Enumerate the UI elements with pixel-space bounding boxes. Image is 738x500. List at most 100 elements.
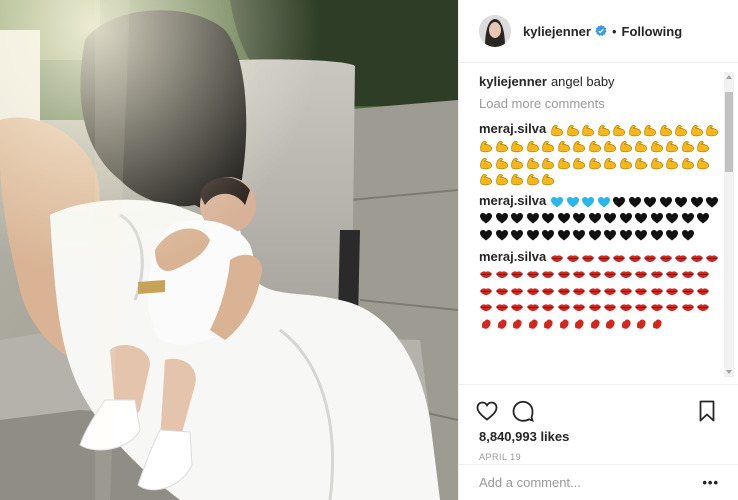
add-comment-input[interactable]: Add a comment...: [479, 475, 581, 490]
kiss-mark-emoji: [528, 319, 538, 329]
lips-emoji: [526, 304, 539, 312]
flexed-biceps-emoji: [582, 124, 595, 136]
flexed-biceps-emoji: [588, 141, 601, 153]
kiss-mark-emoji: [637, 319, 646, 329]
flexed-biceps-emoji: [706, 124, 719, 136]
more-options-button[interactable]: •••: [702, 475, 719, 490]
post-side-panel: kyliejenner • Following kyliejenner angel…: [458, 0, 738, 500]
lips-emoji: [650, 288, 663, 295]
heart-emoji: [597, 196, 610, 208]
lips-emoji: [573, 304, 585, 312]
post-username-link[interactable]: kyliejenner: [523, 24, 591, 39]
heart-emoji: [650, 229, 663, 241]
lips-emoji: [644, 254, 657, 262]
post-photo[interactable]: [0, 0, 458, 500]
flexed-biceps-emoji: [526, 174, 539, 186]
flexed-biceps-emoji: [495, 141, 508, 153]
instagram-post-modal: kyliejenner • Following kyliejenner angel…: [0, 0, 738, 500]
flexed-biceps-emoji: [566, 124, 579, 136]
avatar[interactable]: [479, 15, 511, 47]
flexed-biceps-emoji: [480, 157, 492, 169]
kiss-mark-emoji: [621, 319, 631, 329]
scrollbar-thumb[interactable]: [725, 92, 733, 172]
comments-scrollbar[interactable]: [724, 72, 734, 377]
lips-emoji: [588, 271, 601, 279]
flexed-biceps-emoji: [619, 141, 632, 153]
heart-emoji: [635, 229, 647, 241]
heart-emoji: [650, 213, 663, 224]
lips-emoji: [613, 254, 626, 262]
heart-emoji: [542, 229, 554, 241]
following-button[interactable]: Following: [622, 24, 683, 39]
lips-emoji: [619, 304, 632, 312]
heart-emoji: [566, 196, 579, 208]
lips-emoji: [551, 254, 564, 262]
flexed-biceps-emoji: [573, 157, 585, 169]
heart-emoji: [690, 196, 703, 208]
bookmark-icon[interactable]: [695, 399, 719, 423]
lips-emoji: [604, 288, 616, 295]
lips-emoji: [480, 304, 492, 312]
flexed-biceps-emoji: [666, 157, 678, 169]
caption-username-link[interactable]: kyliejenner: [479, 74, 547, 89]
lips-emoji: [659, 254, 672, 262]
flexed-biceps-emoji: [659, 124, 672, 136]
heart-emoji: [551, 196, 564, 208]
lips-emoji: [697, 288, 709, 295]
load-more-comments-link[interactable]: Load more comments: [479, 96, 721, 111]
flexed-biceps-emoji: [690, 124, 703, 136]
heart-emoji: [588, 213, 601, 224]
post-date[interactable]: APRIL 19: [479, 452, 719, 462]
lips-emoji: [697, 304, 709, 312]
flexed-biceps-emoji: [604, 141, 616, 153]
flexed-biceps-emoji: [650, 141, 663, 153]
comment-username-link[interactable]: meraj.silva: [479, 121, 546, 136]
flexed-biceps-emoji: [511, 157, 523, 169]
lips-emoji: [619, 288, 632, 295]
photo-illustration: [0, 0, 458, 500]
kiss-mark-emoji: [575, 319, 584, 329]
lips-emoji: [681, 288, 694, 295]
heart-emoji: [573, 213, 585, 224]
heart-icon[interactable]: [475, 399, 499, 423]
lips-emoji: [635, 271, 647, 279]
flexed-biceps-emoji: [480, 174, 492, 186]
lips-emoji: [650, 304, 663, 312]
lips-emoji: [597, 254, 610, 262]
heart-emoji: [542, 213, 554, 224]
lips-emoji: [619, 271, 632, 279]
flexed-biceps-emoji: [526, 141, 539, 153]
flexed-biceps-emoji: [542, 141, 554, 153]
comment-username-link[interactable]: meraj.silva: [479, 193, 546, 208]
caption: kyliejenner angel baby: [479, 74, 721, 90]
likes-count[interactable]: 8,840,993 likes: [479, 429, 719, 444]
heart-emoji: [573, 229, 585, 241]
flexed-biceps-emoji: [495, 174, 508, 186]
flexed-biceps-emoji: [588, 157, 601, 169]
flexed-biceps-emoji: [619, 157, 632, 169]
lips-emoji: [495, 288, 508, 295]
scroll-down-arrow-icon[interactable]: [724, 367, 734, 377]
heart-emoji: [675, 196, 688, 208]
action-icons-row: [475, 393, 719, 429]
kiss-mark-emoji: [482, 319, 491, 329]
flexed-biceps-emoji: [697, 157, 709, 169]
lips-emoji: [557, 271, 570, 279]
lips-emoji: [588, 288, 601, 295]
heart-emoji: [619, 229, 632, 241]
comment-icon[interactable]: [511, 399, 535, 423]
scroll-up-arrow-icon[interactable]: [724, 72, 734, 82]
flexed-biceps-emoji: [511, 141, 523, 153]
heart-emoji: [681, 213, 694, 224]
flexed-biceps-emoji: [557, 141, 570, 153]
heart-emoji: [557, 229, 570, 241]
flexed-biceps-emoji: [681, 141, 694, 153]
lips-emoji: [604, 304, 616, 312]
comment-username-link[interactable]: meraj.silva: [479, 249, 546, 264]
kiss-mark-emoji: [652, 319, 662, 329]
heart-emoji: [511, 229, 523, 241]
flexed-biceps-emoji: [597, 124, 610, 136]
flexed-biceps-emoji: [628, 124, 641, 136]
post-header: kyliejenner • Following: [459, 0, 738, 63]
flexed-biceps-emoji: [573, 141, 585, 153]
